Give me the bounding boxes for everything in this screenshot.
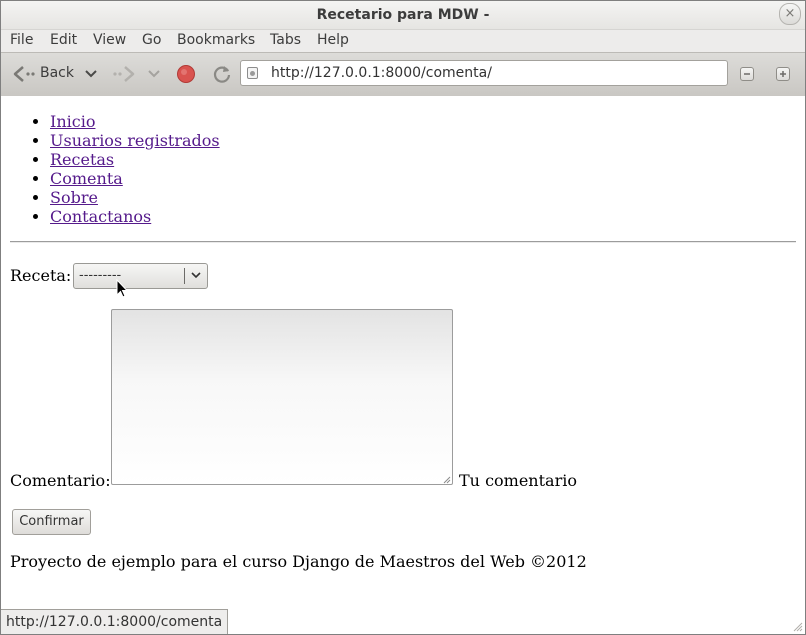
navigation-toolbar: Back http://127.0.0.1:8000/comenta/ [1,52,805,97]
close-window-button[interactable]: × [779,3,801,25]
menu-view[interactable]: View [93,32,126,48]
nav-item-inicio: Inicio [50,112,220,131]
nav-link-sobre[interactable]: Sobre [50,188,98,207]
reload-icon[interactable] [211,63,233,85]
mouse-pointer-icon [116,279,129,298]
back-button[interactable]: Back [11,63,77,85]
nav-link-contactanos[interactable]: Contactanos [50,207,151,226]
confirmar-button[interactable]: Confirmar [12,509,91,535]
receta-selected-value: --------- [79,268,122,283]
window-title: Recetario para MDW - [316,7,490,23]
title-bar: Recetario para MDW - × [1,1,805,30]
site-navigation: Inicio Usuarios registrados Recetas Come… [29,112,220,226]
nav-link-usuarios-registrados[interactable]: Usuarios registrados [50,131,220,150]
status-bar: http://127.0.0.1:8000/comenta [1,609,229,634]
forward-arrow-icon[interactable] [110,63,138,85]
back-label: Back [40,65,74,81]
minus-icon [744,73,750,75]
comentario-help-text: Tu comentario [459,471,577,490]
horizontal-divider [10,241,796,243]
chevron-down-icon [191,272,201,279]
nav-item-recetas: Recetas [50,150,220,169]
nav-link-comenta[interactable]: Comenta [50,169,123,188]
nav-link-inicio[interactable]: Inicio [50,112,95,131]
window-resize-grip-icon[interactable] [793,622,803,632]
back-history-chevron-down-icon[interactable] [84,68,98,80]
menu-bookmarks[interactable]: Bookmarks [177,32,255,48]
page-footer: Proyecto de ejemplo para el curso Django… [10,552,587,571]
menu-bar: File Edit View Go Bookmarks Tabs Help [1,30,805,52]
menu-tabs[interactable]: Tabs [270,32,301,48]
menu-file[interactable]: File [10,32,33,48]
browser-window: Recetario para MDW - × File Edit View Go… [0,0,806,635]
nav-item-usuarios: Usuarios registrados [50,131,220,150]
zoom-out-button[interactable] [740,67,754,81]
stop-icon[interactable] [176,64,196,84]
forward-history-chevron-down-icon[interactable] [147,68,161,80]
menu-help[interactable]: Help [317,32,349,48]
receta-select[interactable]: --------- [73,263,208,289]
comentario-textarea[interactable] [111,309,453,485]
page-identity-icon[interactable] [247,67,258,79]
nav-item-sobre: Sobre [50,188,220,207]
back-arrow-icon [13,66,35,82]
nav-link-recetas[interactable]: Recetas [50,150,114,169]
plus-icon [780,71,786,77]
page-content: Inicio Usuarios registrados Recetas Come… [1,96,805,609]
select-separator [184,268,185,284]
menu-edit[interactable]: Edit [50,32,77,48]
receta-label: Receta: [10,266,72,285]
url-text[interactable]: http://127.0.0.1:8000/comenta/ [271,65,492,81]
zoom-in-button[interactable] [776,67,790,81]
resize-grip-icon[interactable] [442,475,451,484]
nav-item-comenta: Comenta [50,169,220,188]
nav-item-contactanos: Contactanos [50,207,220,226]
url-bar[interactable]: http://127.0.0.1:8000/comenta/ [240,60,728,86]
comentario-label: Comentario: [10,471,111,490]
menu-go[interactable]: Go [142,32,161,48]
